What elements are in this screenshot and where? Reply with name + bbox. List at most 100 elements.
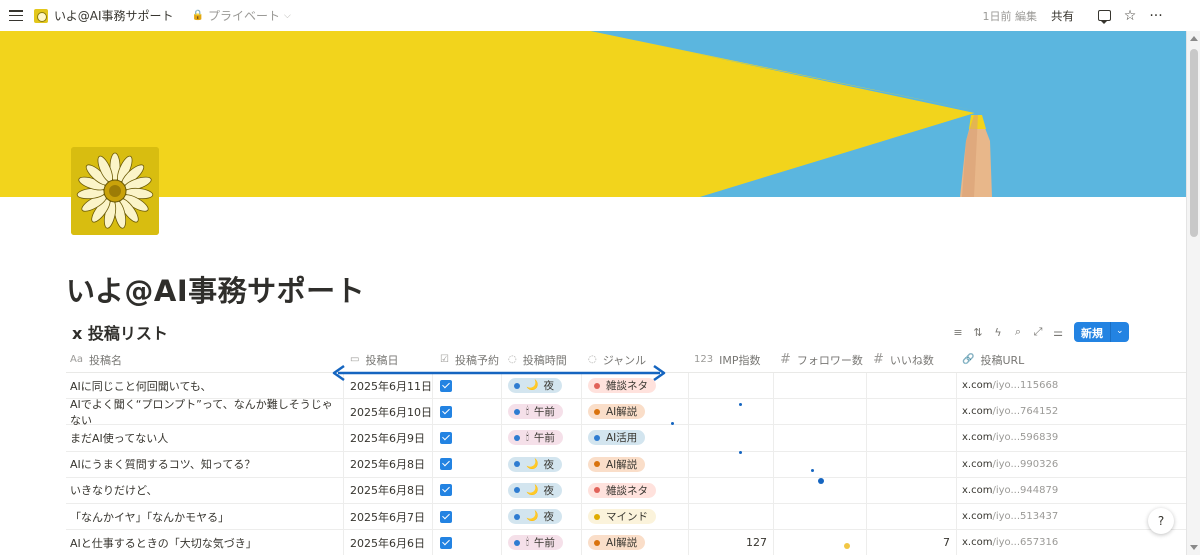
breadcrumb-page-title[interactable]: いよ@AI事務サポート — [54, 7, 174, 24]
post-time-cell[interactable]: 🌙 夜 — [502, 503, 582, 530]
post-time-cell[interactable]: 🌙 夜 — [502, 451, 582, 477]
sort-icon[interactable]: ⇅ — [970, 324, 986, 340]
followers-cell[interactable] — [774, 425, 867, 451]
post-time-cell[interactable]: 🌙 夜 — [502, 477, 582, 503]
post-date-cell[interactable]: 2025年6月8日 — [344, 451, 433, 477]
page-icon[interactable] — [71, 147, 159, 235]
url-domain[interactable]: x.com — [962, 485, 992, 496]
likes-cell[interactable] — [867, 399, 957, 425]
url-path[interactable]: /iyo...657316 — [992, 537, 1058, 548]
column-header-followers[interactable]: # フォロワー数 — [780, 346, 863, 373]
url-path[interactable]: /iyo...596839 — [992, 432, 1058, 443]
scroll-down-arrow-icon[interactable] — [1190, 545, 1198, 550]
privacy-label[interactable]: プライベート — [208, 7, 280, 24]
url-domain[interactable]: x.com — [962, 406, 992, 417]
likes-cell[interactable] — [867, 425, 957, 451]
column-header-imp[interactable]: 123 IMP指数 — [694, 346, 760, 373]
table-row[interactable]: AIと仕事するときの「大切な気づき」 2025年6月6日 🕯 午前 AI解説 127 7 x.… — [66, 530, 1186, 555]
followers-cell[interactable] — [774, 399, 867, 425]
table-row[interactable]: 「なんかイヤ」「なんかモヤる」 2025年6月7日 🌙 夜マインド x.com/iyo.… — [66, 503, 1186, 531]
table-row[interactable]: AIでよく聞く“プロンプト”って、なんか難しそうじゃない 2025年6月10日 🕯 午… — [66, 398, 1186, 427]
table-row[interactable]: AIにうまく質問するコツ、知ってる？ 2025年6月8日 🌙 夜 AI解説 x.com/i… — [66, 451, 1186, 478]
post-name[interactable]: AIにうまく質問するコツ、知ってる？ — [70, 456, 255, 472]
likes-cell[interactable] — [867, 503, 957, 530]
help-button[interactable]: ? — [1148, 508, 1174, 534]
scrollbar-thumb[interactable] — [1190, 49, 1198, 237]
url-cell[interactable]: x.com/iyo...764152 — [957, 399, 1186, 424]
menu-icon[interactable] — [9, 10, 23, 21]
post-name-cell[interactable]: 「なんかイヤ」「なんかモヤる」 — [66, 503, 344, 530]
url-cell[interactable]: x.com/iyo...596839 — [957, 425, 1186, 450]
post-date-cell[interactable]: 2025年6月6日 — [344, 530, 433, 555]
automation-lightning-icon[interactable]: ϟ — [990, 324, 1006, 340]
post-time-cell[interactable]: 🕯 午前 — [502, 530, 582, 555]
post-name[interactable]: まだAI使ってない人 — [70, 430, 168, 446]
scheduled-checkbox[interactable] — [440, 458, 452, 471]
new-entry-label[interactable]: 新規 — [1074, 322, 1110, 342]
post-time-cell[interactable]: 🕯 午前 — [502, 399, 582, 425]
followers-cell[interactable] — [774, 373, 867, 399]
genre-cell[interactable]: AI解説 — [582, 530, 689, 555]
scheduled-cell[interactable] — [433, 399, 502, 425]
url-cell[interactable]: x.com/iyo...657316 — [957, 530, 1186, 555]
settings-sliders-icon[interactable]: ⚌ — [1050, 324, 1066, 340]
expand-icon[interactable]: ⤢ — [1030, 324, 1046, 340]
chevron-down-icon[interactable]: ⌵ — [284, 11, 291, 21]
post-date-cell[interactable]: 2025年6月10日 — [344, 399, 433, 425]
url-cell[interactable]: x.com/iyo...944879 — [957, 478, 1186, 503]
post-name-cell[interactable]: AIに同じこと何回聞いても、 — [66, 373, 344, 399]
url-domain[interactable]: x.com — [962, 511, 992, 522]
genre-cell[interactable]: AI解説 — [582, 399, 689, 425]
post-name-cell[interactable]: まだAI使ってない人 — [66, 425, 344, 451]
followers-cell[interactable] — [774, 530, 867, 555]
new-entry-button[interactable]: 新規 ⌄ — [1074, 322, 1129, 342]
filter-icon[interactable]: ≡ — [950, 324, 966, 340]
url-path[interactable]: /iyo...513437 — [992, 511, 1058, 522]
url-domain[interactable]: x.com — [962, 380, 992, 391]
more-options-icon[interactable]: ··· — [1148, 8, 1164, 24]
scheduled-checkbox[interactable] — [440, 431, 452, 444]
genre-cell[interactable]: 雑談ネタ — [582, 477, 689, 503]
search-icon[interactable]: ⌕ — [1010, 324, 1026, 340]
imp-cell[interactable] — [689, 503, 774, 530]
likes-cell[interactable] — [867, 477, 957, 503]
url-cell[interactable]: x.com/iyo...115668 — [957, 373, 1186, 398]
post-name-cell[interactable]: AIにうまく質問するコツ、知ってる？ — [66, 451, 344, 477]
genre-cell[interactable]: AI活用 — [582, 425, 689, 451]
comments-button[interactable] — [1096, 8, 1112, 24]
imp-cell[interactable] — [689, 373, 774, 399]
scheduled-checkbox[interactable] — [440, 484, 452, 497]
page-title[interactable]: いよ@AI事務サポート — [66, 268, 365, 310]
followers-cell[interactable] — [774, 503, 867, 530]
likes-cell[interactable] — [867, 373, 957, 399]
post-name-cell[interactable]: いきなりだけど、 — [66, 477, 344, 503]
page-icon-small[interactable] — [34, 8, 48, 23]
scheduled-cell[interactable] — [433, 425, 502, 451]
imp-cell[interactable] — [689, 399, 774, 425]
post-name[interactable]: 「なんかイヤ」「なんかモヤる」 — [70, 509, 229, 525]
post-date-cell[interactable]: 2025年6月7日 — [344, 503, 433, 530]
database-title[interactable]: x 投稿リスト — [72, 320, 168, 344]
column-header-url[interactable]: 🔗 投稿URL — [962, 346, 1024, 373]
post-name-cell[interactable]: AIでよく聞く“プロンプト”って、なんか難しそうじゃない — [66, 398, 344, 427]
post-name[interactable]: AIと仕事するときの「大切な気づき」 — [70, 535, 257, 551]
scheduled-cell[interactable] — [433, 503, 502, 530]
scheduled-cell[interactable] — [433, 530, 502, 555]
chevron-down-icon[interactable]: ⌄ — [1110, 322, 1129, 342]
genre-cell[interactable]: AI解説 — [582, 451, 689, 477]
likes-cell[interactable]: 7 — [867, 530, 957, 555]
url-path[interactable]: /iyo...115668 — [992, 380, 1058, 391]
table-row[interactable]: いきなりだけど、 2025年6月8日 🌙 夜雑談ネタ x.com/iyo...94487… — [66, 477, 1186, 504]
scheduled-checkbox[interactable] — [440, 536, 452, 549]
url-domain[interactable]: x.com — [962, 459, 992, 470]
url-domain[interactable]: x.com — [962, 432, 992, 443]
url-path[interactable]: /iyo...764152 — [992, 406, 1058, 417]
column-header-likes[interactable]: # いいね数 — [873, 346, 934, 373]
post-name[interactable]: いきなりだけど、 — [70, 482, 157, 498]
post-name[interactable]: AIに同じこと何回聞いても、 — [70, 378, 212, 394]
favorite-star-icon[interactable]: ☆ — [1122, 8, 1138, 24]
scheduled-checkbox[interactable] — [440, 405, 452, 418]
genre-cell[interactable]: マインド — [582, 503, 689, 530]
vertical-scrollbar[interactable] — [1186, 31, 1200, 555]
imp-cell[interactable] — [689, 425, 774, 451]
